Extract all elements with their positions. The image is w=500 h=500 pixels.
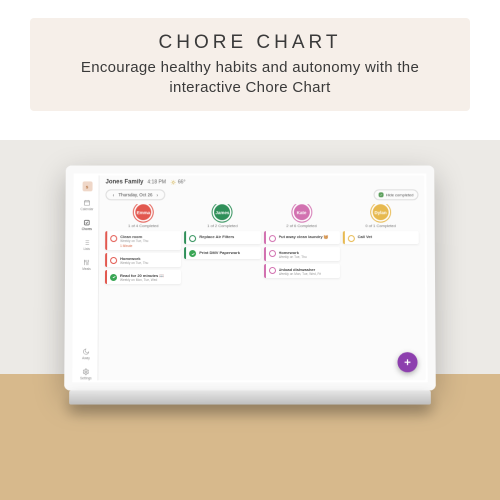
clock-time: 4:18 PM [147, 179, 166, 185]
temperature: 66° [178, 179, 186, 185]
chore-card[interactable]: Put away clean laundry 🧺 [263, 231, 339, 243]
completion-count: 1 of 4 Completed [128, 223, 158, 228]
chore-checkbox[interactable] [348, 235, 355, 242]
chore-checkbox[interactable] [268, 267, 275, 274]
chore-card-body: Read for 20 minutes 📖Weekly on Mon, Tue,… [120, 273, 178, 282]
chore-card-body: Clean roomWeekly on Tue, Thu1 Minute [120, 234, 178, 248]
completion-count: 0 of 1 Completed [365, 223, 395, 228]
chevron-right-icon [155, 193, 159, 197]
sidebar-label: Chores [82, 227, 92, 231]
family-name: Jones Family [106, 179, 144, 185]
chore-schedule: Weekly on Tue, Thu [120, 261, 178, 265]
screen: S Calendar Chores Lists Meals Away [74, 175, 425, 380]
main-area: Jones Family 4:18 PM 66° Thursday, Oct 2… [98, 175, 425, 380]
sun-icon [170, 179, 176, 185]
list-icon [83, 239, 90, 246]
completion-count: 1 of 2 Completed [207, 223, 237, 228]
person-avatar[interactable]: James [214, 204, 230, 220]
chevron-left-icon [111, 193, 115, 197]
hide-completed-toggle[interactable]: Hide completed [374, 189, 419, 200]
chore-checkbox-done[interactable] [189, 250, 196, 257]
hero-title: CHORE CHART [54, 32, 446, 54]
person-avatar[interactable]: Emma [135, 204, 151, 220]
chore-schedule: Weekly on Tue, Thu [278, 255, 336, 259]
gear-icon [82, 368, 89, 375]
device-frame: S Calendar Chores Lists Meals Away [64, 166, 436, 391]
person-column: Dylan 0 of 1 Completed Call Vet [342, 204, 419, 374]
chore-card-body: Put away clean laundry 🧺 [278, 234, 336, 241]
hide-completed-label: Hide completed [386, 192, 414, 197]
chore-schedule: Weekly on Tue, Thu [120, 239, 178, 243]
datebar: Thursday, Oct 26 Hide completed [99, 187, 424, 204]
profile-avatar[interactable]: S [82, 181, 92, 191]
chore-title: Put away clean laundry 🧺 [278, 234, 336, 239]
person-column: James 1 of 2 Completed Replace Air Filters… [184, 204, 261, 374]
sidebar-label: Calendar [80, 207, 93, 211]
chore-checkbox[interactable] [189, 235, 196, 242]
sidebar-item-settings[interactable]: Settings [80, 368, 92, 380]
hero-subtitle: Encourage healthy habits and autonomy wi… [54, 58, 446, 97]
chore-schedule: Weekly on Mon, Tue, Wed, Fri [278, 272, 336, 276]
chore-checkbox-done[interactable] [110, 274, 117, 281]
chore-card-body: Call Vet [358, 234, 416, 241]
sidebar-item-chores[interactable]: Chores [82, 219, 92, 231]
columns: Emma 1 of 4 Completed Clean roomWeekly on … [98, 204, 425, 380]
chore-alert: 1 Minute [120, 244, 178, 248]
chore-title: Call Vet [358, 234, 416, 239]
chore-checkbox[interactable] [268, 250, 275, 257]
device-base [69, 390, 431, 404]
chore-card[interactable]: Replace Air Filters [184, 231, 260, 243]
sidebar-label: Away [82, 356, 90, 360]
hero-banner: CHORE CHART Encourage healthy habits and… [30, 18, 470, 111]
chore-checkbox[interactable] [110, 235, 117, 242]
chore-card[interactable]: Print DMV Paperwork [184, 247, 260, 259]
chore-title: Print DMV Paperwork [199, 250, 257, 255]
chore-card[interactable]: Unload dishwasherWeekly on Mon, Tue, Wed… [263, 264, 339, 278]
chore-card-body: HomeworkWeekly on Tue, Thu [278, 250, 336, 259]
weather[interactable]: 66° [170, 179, 186, 185]
sidebar-label: Lists [83, 247, 90, 251]
chore-card-body: Replace Air Filters [199, 234, 257, 241]
date-picker[interactable]: Thursday, Oct 26 [105, 189, 165, 200]
date-label: Thursday, Oct 26 [118, 192, 152, 197]
chore-card[interactable]: Read for 20 minutes 📖Weekly on Mon, Tue,… [105, 270, 181, 284]
person-avatar[interactable]: Kate [294, 204, 310, 220]
sidebar-item-calendar[interactable]: Calendar [80, 199, 93, 211]
person-avatar[interactable]: Dylan [373, 204, 389, 220]
chore-card[interactable]: Call Vet [343, 231, 419, 243]
chore-checkbox[interactable] [268, 235, 275, 242]
chore-card-body: Print DMV Paperwork [199, 250, 257, 257]
topbar: Jones Family 4:18 PM 66° [100, 175, 425, 187]
chore-card-body: Unload dishwasherWeekly on Mon, Tue, Wed… [278, 267, 336, 276]
chore-checkbox[interactable] [110, 257, 117, 264]
moon-icon [82, 348, 89, 355]
checkmark-icon [379, 192, 384, 197]
completion-count: 2 of 6 Completed [286, 223, 316, 228]
person-column: Kate 2 of 6 Completed Put away clean laund… [263, 204, 340, 374]
sidebar-item-away[interactable]: Away [82, 348, 90, 360]
plus-icon [402, 357, 412, 367]
chore-card[interactable]: HomeworkWeekly on Tue, Thu [105, 253, 181, 267]
meals-icon [83, 259, 90, 266]
sidebar-label: Meals [82, 267, 91, 271]
sidebar: S Calendar Chores Lists Meals Away [74, 175, 99, 380]
chore-card[interactable]: Clean roomWeekly on Tue, Thu1 Minute [105, 231, 181, 250]
add-chore-button[interactable] [397, 352, 417, 372]
person-column: Emma 1 of 4 Completed Clean roomWeekly on … [104, 204, 181, 374]
sidebar-item-lists[interactable]: Lists [83, 239, 90, 251]
chore-card[interactable]: HomeworkWeekly on Tue, Thu [263, 247, 339, 261]
chore-schedule: Weekly on Mon, Tue, Wed [120, 278, 178, 282]
calendar-icon [83, 199, 90, 206]
sidebar-label: Settings [80, 376, 92, 380]
checklist-icon [83, 219, 90, 226]
chore-card-body: HomeworkWeekly on Tue, Thu [120, 256, 178, 265]
sidebar-item-meals[interactable]: Meals [82, 259, 91, 271]
chore-title: Replace Air Filters [199, 234, 257, 239]
